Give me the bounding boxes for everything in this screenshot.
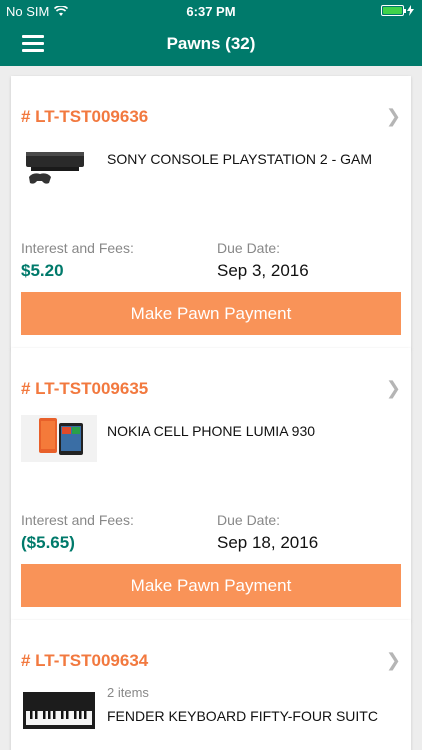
chevron-right-icon[interactable]: ❯ — [386, 106, 401, 127]
make-pawn-payment-button[interactable]: Make Pawn Payment — [21, 292, 401, 335]
battery-fill — [383, 7, 402, 14]
fees-value: ($5.65) — [21, 533, 75, 552]
pawn-id: # LT-TST009635 — [21, 379, 149, 398]
item-name: SONY CONSOLE PLAYSTATION 2 - GAM — [107, 151, 373, 167]
charging-icon — [407, 5, 414, 16]
make-pawn-payment-button[interactable]: Make Pawn Payment — [21, 564, 401, 607]
item-count: 2 items — [107, 685, 149, 700]
fees-value: $5.20 — [21, 261, 64, 280]
item-name: NOKIA CELL PHONE LUMIA 930 — [107, 423, 316, 439]
due-date-value: Sep 3, 2016 — [217, 261, 309, 280]
fees-label: Interest and Fees: — [21, 240, 134, 256]
due-date-value: Sep 18, 2016 — [217, 533, 319, 552]
item-thumbnail — [21, 143, 97, 190]
status-right — [381, 5, 414, 16]
item-name: FENDER KEYBOARD FIFTY-FOUR SUITC — [107, 708, 378, 724]
item-thumbnail — [21, 687, 97, 734]
status-time: 6:37 PM — [186, 4, 236, 19]
page-title: Pawns (32) — [166, 34, 256, 53]
due-date-label: Due Date: — [217, 512, 281, 528]
chevron-right-icon[interactable]: ❯ — [386, 650, 401, 671]
item-thumbnail — [21, 415, 97, 462]
status-bar: No SIM 6:37 PM — [0, 0, 422, 22]
nav-bar: Pawns (32) — [0, 22, 422, 66]
pawn-card[interactable]: # LT-TST009634 ❯ 2 items FENDER KEYBOARD… — [11, 620, 411, 750]
pawn-id: # LT-TST009634 — [21, 651, 149, 670]
pawn-list[interactable]: # LT-TST009636 ❯ SONY CONSOLE PLAYSTATIO… — [0, 66, 422, 750]
pawn-card[interactable]: # LT-TST009636 ❯ SONY CONSOLE PLAYSTATIO… — [11, 76, 411, 349]
fees-label: Interest and Fees: — [21, 512, 134, 528]
pawn-id: # LT-TST009636 — [21, 107, 149, 126]
chevron-right-icon[interactable]: ❯ — [386, 378, 401, 399]
pawn-card[interactable]: # LT-TST009635 ❯ NOKIA CELL PHONE LUMIA … — [11, 348, 411, 621]
battery-icon — [381, 5, 406, 16]
due-date-label: Due Date: — [217, 240, 281, 256]
